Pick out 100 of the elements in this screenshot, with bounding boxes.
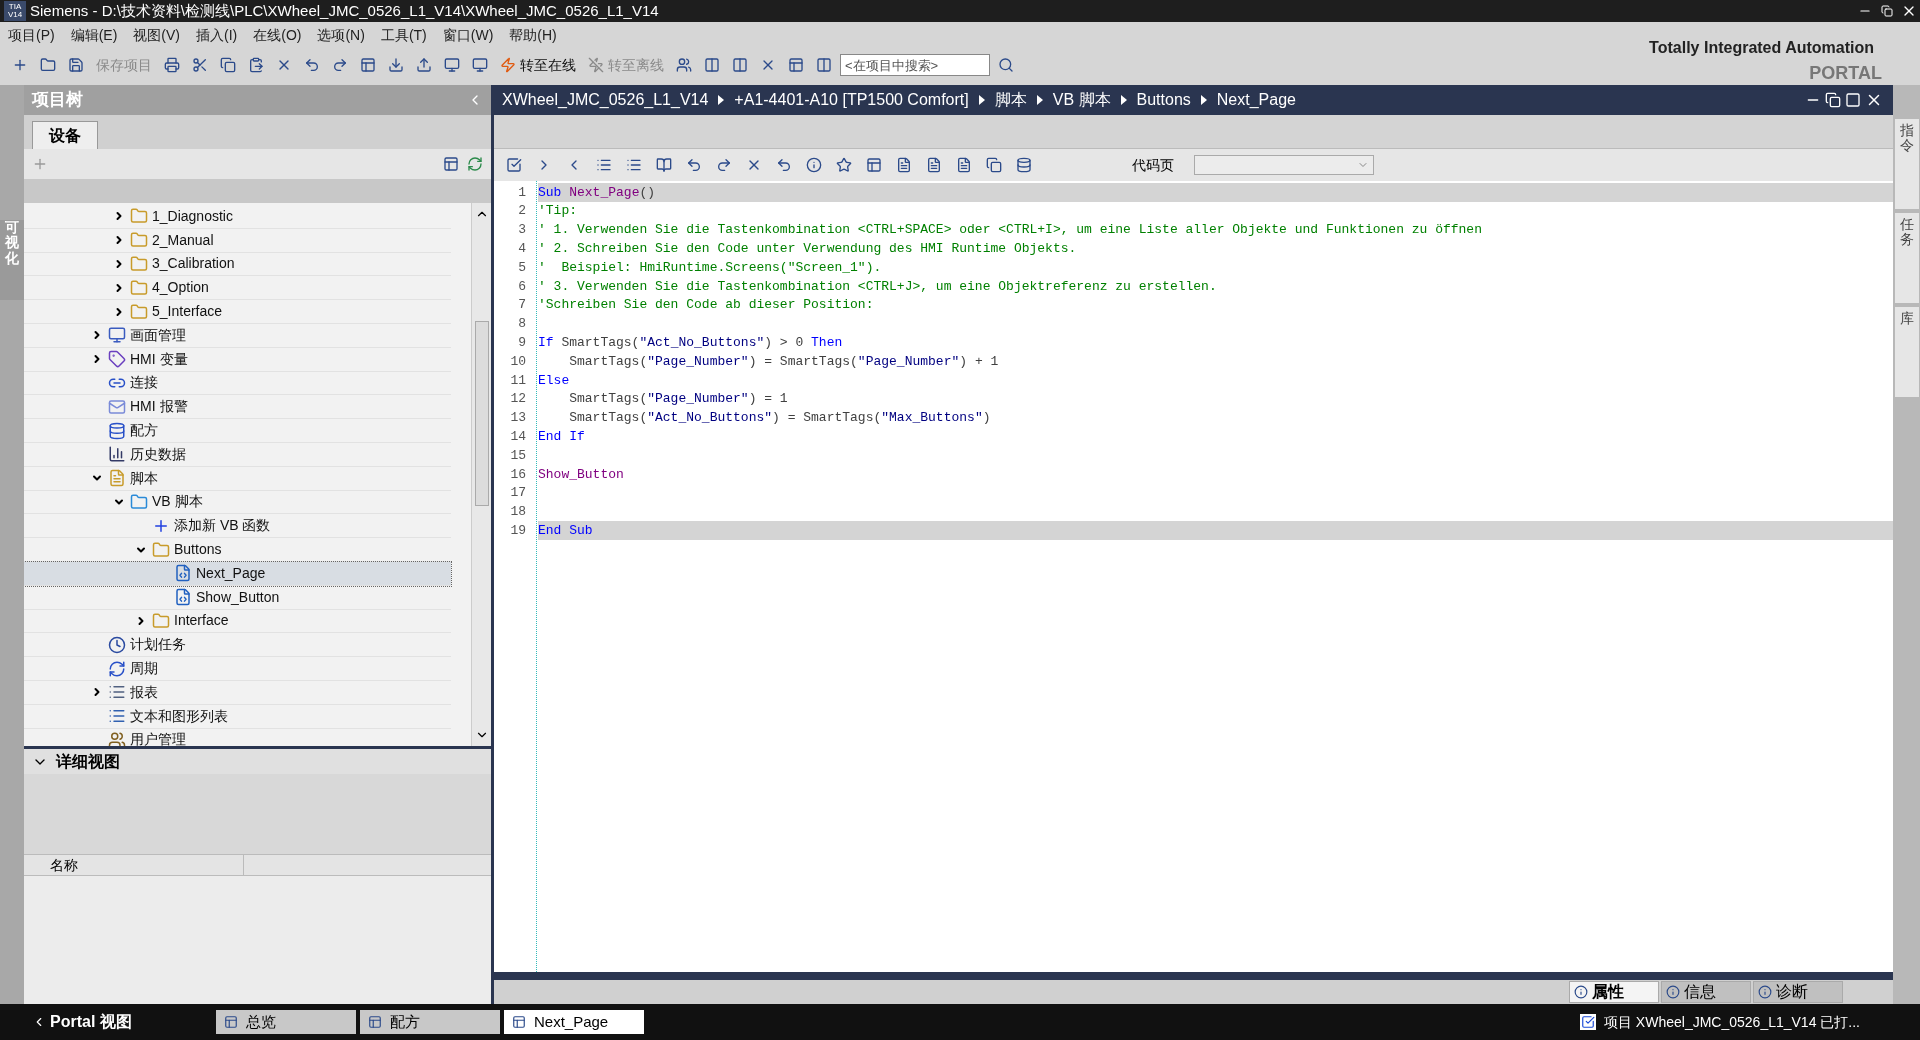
line-number: 17 <box>509 484 527 503</box>
menu-item[interactable]: 编辑(E) <box>70 24 118 46</box>
restore-icon <box>1881 5 1893 17</box>
line-number: 6 <box>517 277 527 296</box>
breadcrumb-arrow-icon <box>1200 95 1207 105</box>
tree-item[interactable]: 1_Diagnostic <box>24 205 451 229</box>
tree-item[interactable]: 画面管理 <box>24 324 451 348</box>
codepage-label: 代码页 <box>1132 155 1174 175</box>
tree-item[interactable]: 5_Interface <box>24 300 451 324</box>
refresh-icon[interactable] <box>467 156 483 172</box>
clock-icon <box>108 635 126 654</box>
line-number: 13 <box>509 409 527 428</box>
editor-tab[interactable]: 总览 <box>216 1010 356 1034</box>
menu-item[interactable]: 项目(P) <box>8 24 55 46</box>
side-tab[interactable]: 库 <box>1894 307 1919 397</box>
tree-item[interactable]: HMI 变量 <box>24 347 451 372</box>
breadcrumb-arrow-icon <box>978 95 985 105</box>
menu-item[interactable]: 视图(V) <box>133 24 180 46</box>
tag-icon <box>108 350 126 369</box>
tree-item[interactable]: 文本和图形列表 <box>24 704 451 729</box>
search-field[interactable]: <在项目中搜索> <box>840 54 990 76</box>
go-online-button[interactable]: 转至在线 <box>496 54 580 76</box>
tree-item[interactable]: 计划任务 <box>24 633 451 658</box>
line-number: 19 <box>509 522 527 540</box>
menu-item[interactable]: 工具(T) <box>380 24 427 46</box>
folder-icon <box>152 611 170 630</box>
portal-view-button[interactable]: Portal 视图 <box>0 1010 180 1034</box>
line-number: 15 <box>509 446 527 465</box>
tree-item[interactable]: 添加新 VB 函数 <box>24 514 451 539</box>
tree-item[interactable]: 历史数据 <box>24 442 451 467</box>
menu-item[interactable]: 选项(N) <box>317 24 365 46</box>
panel-title: 详细视图 <box>56 751 120 772</box>
line-number: 16 <box>509 465 527 484</box>
window-icon <box>512 1015 526 1029</box>
tree-item[interactable]: 周期 <box>24 657 451 681</box>
line-number: 12 <box>509 390 527 409</box>
menu-item[interactable]: 在线(O) <box>253 24 302 46</box>
line-number: 2 <box>517 202 527 221</box>
line-number: 5 <box>517 258 527 277</box>
breadcrumb-item[interactable]: Next_Page <box>1216 88 1296 112</box>
breadcrumb-item[interactable]: 脚本 <box>994 88 1027 112</box>
folder-icon <box>130 231 148 250</box>
folder-icon <box>130 255 148 273</box>
inspector-tab[interactable]: 诊断 <box>1753 981 1843 1003</box>
line-number: 7 <box>517 296 527 315</box>
lightning-off-icon <box>588 57 604 73</box>
breadcrumb-item[interactable]: +A1-4401-A10 [TP1500 Comfort] <box>734 88 969 112</box>
users-icon <box>108 730 126 746</box>
menu-item[interactable]: 插入(I) <box>196 24 238 46</box>
tree-item[interactable]: HMI 报警 <box>24 395 451 420</box>
side-tab[interactable]: 指令 <box>1894 119 1919 209</box>
breadcrumb-arrow-icon <box>1120 95 1127 105</box>
database-icon <box>108 421 126 440</box>
scroll-thumb[interactable] <box>474 321 489 506</box>
editor-tab[interactable]: 配方 <box>360 1010 500 1034</box>
folder-icon <box>130 302 148 321</box>
tree-item[interactable]: Interface <box>24 609 451 634</box>
status-message: 项目 XWheel_JMC_0526_L1_V14 已打... <box>1604 1012 1860 1032</box>
line-number: 3 <box>517 221 527 240</box>
devices-tab[interactable]: 设备 <box>32 121 98 149</box>
line-number: 1 <box>517 183 527 202</box>
tree-item[interactable]: 4_Option <box>24 276 451 301</box>
line-number: 11 <box>509 371 527 390</box>
breadcrumb-item[interactable]: VB 脚本 <box>1052 88 1111 112</box>
code-file-icon <box>174 564 192 583</box>
breadcrumb-item[interactable]: Buttons <box>1136 88 1191 112</box>
folder-icon <box>130 207 148 226</box>
scrollbar[interactable] <box>471 203 491 746</box>
tree-item[interactable]: VB 脚本 <box>24 490 451 515</box>
overview-icon[interactable] <box>443 156 459 172</box>
tree-item[interactable]: 连接 <box>24 371 451 396</box>
line-number: 10 <box>509 352 527 371</box>
line-number: 18 <box>509 503 527 522</box>
menu-item[interactable]: 窗口(W) <box>442 24 494 46</box>
tree-item[interactable]: 脚本 <box>24 466 451 491</box>
tree-item[interactable]: 报表 <box>24 680 451 705</box>
inspector-tab[interactable]: 属性 <box>1569 981 1659 1003</box>
brand-subtitle: PORTAL <box>1809 62 1882 85</box>
inspector-tab[interactable]: 信息 <box>1661 981 1751 1003</box>
info-icon <box>1758 985 1772 999</box>
menu-item[interactable]: 帮助(H) <box>509 24 557 46</box>
envelope-icon <box>108 397 126 416</box>
maximize-icon[interactable] <box>1845 92 1861 108</box>
tree-item[interactable]: 3_Calibration <box>24 252 451 277</box>
code-file-icon <box>174 588 192 607</box>
float-window-icon[interactable] <box>1825 92 1841 108</box>
editor-tab[interactable]: Next_Page <box>504 1010 644 1034</box>
refresh-icon <box>108 659 126 678</box>
tree-item[interactable]: 2_Manual <box>24 228 451 253</box>
tree-item[interactable]: Show_Button <box>24 585 451 610</box>
tree-item[interactable]: 配方 <box>24 419 451 443</box>
tree-item[interactable]: Next_Page <box>24 561 451 586</box>
panel-title: 项目树 <box>32 89 84 112</box>
lightning-icon <box>500 57 516 73</box>
document-icon <box>108 469 126 488</box>
side-tab[interactable]: 任务 <box>1894 213 1919 303</box>
breadcrumb-item[interactable]: XWheel_JMC_0526_L1_V14 <box>502 88 709 112</box>
folder-icon <box>152 540 170 559</box>
breadcrumb-arrow-icon <box>718 95 725 105</box>
window-icon <box>368 1015 382 1029</box>
